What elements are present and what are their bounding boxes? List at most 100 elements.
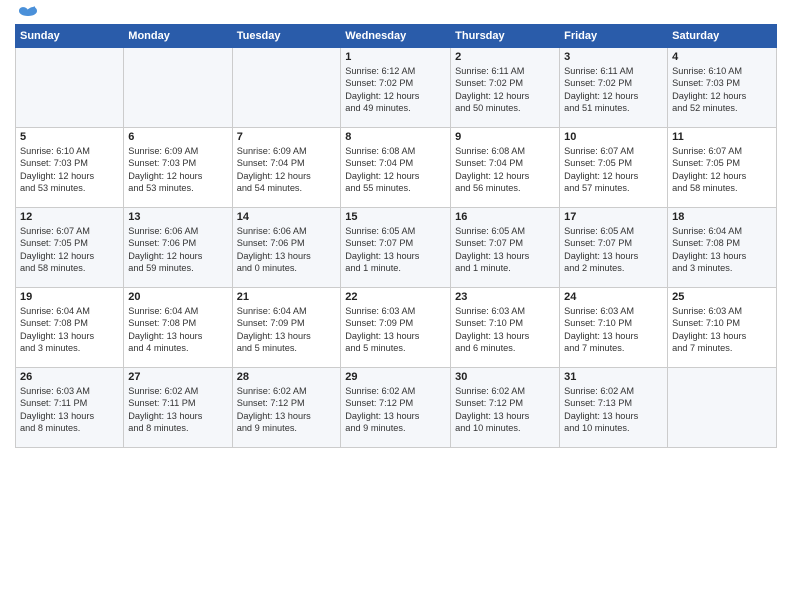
day-number: 1 <box>345 51 446 63</box>
col-header-sunday: Sunday <box>16 25 124 48</box>
day-info: Sunrise: 6:05 AM Sunset: 7:07 PM Dayligh… <box>345 225 446 275</box>
calendar-cell: 23 Sunrise: 6:03 AM Sunset: 7:10 PM Dayli… <box>451 288 560 368</box>
day-number: 6 <box>128 131 227 143</box>
calendar-cell <box>124 48 232 128</box>
day-info: Sunrise: 6:09 AM Sunset: 7:03 PM Dayligh… <box>128 145 227 195</box>
day-info: Sunrise: 6:09 AM Sunset: 7:04 PM Dayligh… <box>237 145 337 195</box>
calendar-cell: 22 Sunrise: 6:03 AM Sunset: 7:09 PM Dayli… <box>341 288 451 368</box>
day-info: Sunrise: 6:12 AM Sunset: 7:02 PM Dayligh… <box>345 65 446 115</box>
day-number: 22 <box>345 291 446 303</box>
day-info: Sunrise: 6:07 AM Sunset: 7:05 PM Dayligh… <box>672 145 772 195</box>
calendar-cell: 25 Sunrise: 6:03 AM Sunset: 7:10 PM Dayli… <box>668 288 777 368</box>
day-number: 29 <box>345 371 446 383</box>
calendar-cell: 9Sunrise: 6:08 AM Sunset: 7:04 PM Daylig… <box>451 128 560 208</box>
calendar-cell: 18 Sunrise: 6:04 AM Sunset: 7:08 PM Dayli… <box>668 208 777 288</box>
calendar-cell: 13 Sunrise: 6:06 AM Sunset: 7:06 PM Dayli… <box>124 208 232 288</box>
calendar-cell: 10Sunrise: 6:07 AM Sunset: 7:05 PM Dayli… <box>560 128 668 208</box>
day-number: 23 <box>455 291 555 303</box>
col-header-wednesday: Wednesday <box>341 25 451 48</box>
calendar-cell: 31Sunrise: 6:02 AM Sunset: 7:13 PM Dayli… <box>560 368 668 448</box>
calendar-cell: 27Sunrise: 6:02 AM Sunset: 7:11 PM Dayli… <box>124 368 232 448</box>
day-number: 5 <box>20 131 119 143</box>
day-number: 18 <box>672 211 772 223</box>
calendar-cell: 1 Sunrise: 6:12 AM Sunset: 7:02 PM Daylig… <box>341 48 451 128</box>
day-info: Sunrise: 6:03 AM Sunset: 7:09 PM Dayligh… <box>345 305 446 355</box>
header <box>15 10 777 18</box>
col-header-thursday: Thursday <box>451 25 560 48</box>
day-info: Sunrise: 6:03 AM Sunset: 7:10 PM Dayligh… <box>564 305 663 355</box>
calendar-cell: 19 Sunrise: 6:04 AM Sunset: 7:08 PM Dayli… <box>16 288 124 368</box>
day-info: Sunrise: 6:08 AM Sunset: 7:04 PM Dayligh… <box>345 145 446 195</box>
page: SundayMondayTuesdayWednesdayThursdayFrid… <box>0 0 792 612</box>
calendar-cell: 14 Sunrise: 6:06 AM Sunset: 7:06 PM Dayli… <box>232 208 341 288</box>
day-number: 3 <box>564 51 663 63</box>
calendar-cell: 24Sunrise: 6:03 AM Sunset: 7:10 PM Dayli… <box>560 288 668 368</box>
calendar-cell: 28 Sunrise: 6:02 AM Sunset: 7:12 PM Dayli… <box>232 368 341 448</box>
calendar-cell: 12 Sunrise: 6:07 AM Sunset: 7:05 PM Dayli… <box>16 208 124 288</box>
calendar-cell: 29 Sunrise: 6:02 AM Sunset: 7:12 PM Dayli… <box>341 368 451 448</box>
day-number: 11 <box>672 131 772 143</box>
day-info: Sunrise: 6:04 AM Sunset: 7:09 PM Dayligh… <box>237 305 337 355</box>
calendar-cell: 11 Sunrise: 6:07 AM Sunset: 7:05 PM Dayli… <box>668 128 777 208</box>
calendar-cell: 15 Sunrise: 6:05 AM Sunset: 7:07 PM Dayli… <box>341 208 451 288</box>
calendar-cell <box>16 48 124 128</box>
day-number: 10 <box>564 131 663 143</box>
calendar-cell: 7 Sunrise: 6:09 AM Sunset: 7:04 PM Daylig… <box>232 128 341 208</box>
calendar-cell: 8 Sunrise: 6:08 AM Sunset: 7:04 PM Daylig… <box>341 128 451 208</box>
day-number: 8 <box>345 131 446 143</box>
calendar-cell: 17Sunrise: 6:05 AM Sunset: 7:07 PM Dayli… <box>560 208 668 288</box>
day-info: Sunrise: 6:11 AM Sunset: 7:02 PM Dayligh… <box>564 65 663 115</box>
calendar-cell: 26 Sunrise: 6:03 AM Sunset: 7:11 PM Dayli… <box>16 368 124 448</box>
day-info: Sunrise: 6:06 AM Sunset: 7:06 PM Dayligh… <box>237 225 337 275</box>
calendar-cell: 6 Sunrise: 6:09 AM Sunset: 7:03 PM Daylig… <box>124 128 232 208</box>
calendar-cell: 5 Sunrise: 6:10 AM Sunset: 7:03 PM Daylig… <box>16 128 124 208</box>
day-number: 2 <box>455 51 555 63</box>
day-info: Sunrise: 6:02 AM Sunset: 7:13 PM Dayligh… <box>564 385 663 435</box>
day-info: Sunrise: 6:03 AM Sunset: 7:10 PM Dayligh… <box>672 305 772 355</box>
day-number: 21 <box>237 291 337 303</box>
day-info: Sunrise: 6:07 AM Sunset: 7:05 PM Dayligh… <box>20 225 119 275</box>
day-number: 12 <box>20 211 119 223</box>
calendar-cell: 20 Sunrise: 6:04 AM Sunset: 7:08 PM Dayli… <box>124 288 232 368</box>
day-info: Sunrise: 6:10 AM Sunset: 7:03 PM Dayligh… <box>672 65 772 115</box>
day-info: Sunrise: 6:05 AM Sunset: 7:07 PM Dayligh… <box>455 225 555 275</box>
logo <box>15 10 39 18</box>
day-number: 15 <box>345 211 446 223</box>
day-number: 28 <box>237 371 337 383</box>
day-info: Sunrise: 6:03 AM Sunset: 7:10 PM Dayligh… <box>455 305 555 355</box>
day-number: 13 <box>128 211 227 223</box>
calendar-cell: 30 Sunrise: 6:02 AM Sunset: 7:12 PM Dayli… <box>451 368 560 448</box>
day-info: Sunrise: 6:06 AM Sunset: 7:06 PM Dayligh… <box>128 225 227 275</box>
day-info: Sunrise: 6:02 AM Sunset: 7:12 PM Dayligh… <box>345 385 446 435</box>
calendar-cell <box>668 368 777 448</box>
day-info: Sunrise: 6:03 AM Sunset: 7:11 PM Dayligh… <box>20 385 119 435</box>
col-header-tuesday: Tuesday <box>232 25 341 48</box>
day-info: Sunrise: 6:05 AM Sunset: 7:07 PM Dayligh… <box>564 225 663 275</box>
day-info: Sunrise: 6:10 AM Sunset: 7:03 PM Dayligh… <box>20 145 119 195</box>
day-info: Sunrise: 6:04 AM Sunset: 7:08 PM Dayligh… <box>128 305 227 355</box>
calendar-cell: 4 Sunrise: 6:10 AM Sunset: 7:03 PM Daylig… <box>668 48 777 128</box>
col-header-friday: Friday <box>560 25 668 48</box>
day-info: Sunrise: 6:02 AM Sunset: 7:12 PM Dayligh… <box>455 385 555 435</box>
col-header-monday: Monday <box>124 25 232 48</box>
day-info: Sunrise: 6:04 AM Sunset: 7:08 PM Dayligh… <box>672 225 772 275</box>
day-number: 16 <box>455 211 555 223</box>
day-number: 27 <box>128 371 227 383</box>
day-number: 20 <box>128 291 227 303</box>
day-number: 7 <box>237 131 337 143</box>
day-info: Sunrise: 6:08 AM Sunset: 7:04 PM Dayligh… <box>455 145 555 195</box>
day-number: 19 <box>20 291 119 303</box>
calendar-table: SundayMondayTuesdayWednesdayThursdayFrid… <box>15 24 777 448</box>
logo-bird-icon <box>17 6 39 24</box>
calendar-cell: 16 Sunrise: 6:05 AM Sunset: 7:07 PM Dayli… <box>451 208 560 288</box>
day-info: Sunrise: 6:11 AM Sunset: 7:02 PM Dayligh… <box>455 65 555 115</box>
day-number: 26 <box>20 371 119 383</box>
col-header-saturday: Saturday <box>668 25 777 48</box>
day-info: Sunrise: 6:02 AM Sunset: 7:12 PM Dayligh… <box>237 385 337 435</box>
day-info: Sunrise: 6:04 AM Sunset: 7:08 PM Dayligh… <box>20 305 119 355</box>
day-number: 14 <box>237 211 337 223</box>
calendar-cell: 3 Sunrise: 6:11 AM Sunset: 7:02 PM Daylig… <box>560 48 668 128</box>
day-number: 4 <box>672 51 772 63</box>
day-number: 30 <box>455 371 555 383</box>
day-number: 25 <box>672 291 772 303</box>
